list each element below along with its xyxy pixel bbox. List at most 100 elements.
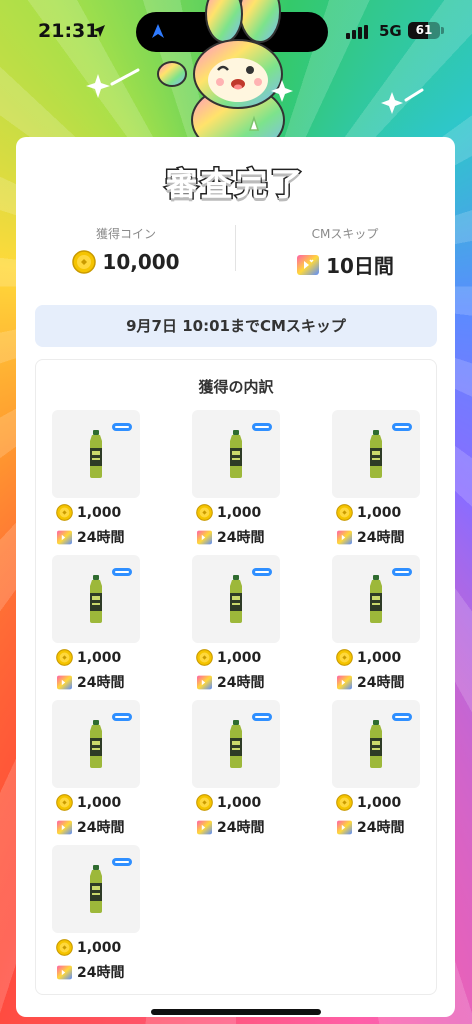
item-cm-skip-value: 24時間	[357, 530, 405, 546]
tea-bottle-icon	[90, 865, 102, 913]
item-cm-skip-value: 24時間	[217, 530, 265, 546]
item-cm-skip-reward: 24時間	[196, 527, 264, 547]
tea-bottle-icon	[370, 430, 382, 478]
status-time: 21:31	[38, 20, 99, 42]
product-image[interactable]	[52, 410, 140, 498]
item-coin-reward: 1,000	[56, 649, 121, 666]
cm-skip-icon	[197, 675, 212, 689]
cm-skip-icon	[337, 820, 352, 834]
item-coin-value: 1,000	[77, 504, 122, 521]
breakdown-item[interactable]: 1,000 24時間	[332, 700, 422, 840]
coin-summary-value: 10,000	[102, 250, 180, 274]
tea-bottle-icon	[370, 575, 382, 623]
receipt-badge-icon	[112, 568, 132, 576]
receipt-badge-icon	[112, 713, 132, 721]
breakdown-item[interactable]: 1,000 24時間	[332, 555, 422, 695]
signal-bars-icon	[346, 25, 368, 39]
coin-icon	[336, 649, 353, 666]
cm-skip-summary-value: 10日間	[326, 254, 394, 278]
home-indicator[interactable]	[151, 1009, 321, 1015]
item-cm-skip-reward: 24時間	[56, 962, 124, 982]
item-coin-reward: 1,000	[196, 504, 261, 521]
product-image[interactable]	[52, 555, 140, 643]
item-coin-value: 1,000	[217, 504, 262, 521]
coin-icon	[196, 504, 213, 521]
item-coin-reward: 1,000	[336, 504, 401, 521]
cm-skip-until-banner: 9月7日 10:01までCMスキップ	[35, 305, 437, 347]
receipt-badge-icon	[392, 568, 412, 576]
item-coin-reward: 1,000	[56, 504, 121, 521]
item-cm-skip-value: 24時間	[77, 820, 125, 836]
item-cm-skip-reward: 24時間	[56, 817, 124, 837]
cm-skip-icon	[57, 530, 72, 544]
item-coin-value: 1,000	[77, 939, 122, 956]
item-coin-value: 1,000	[77, 794, 122, 811]
rainbow-bunny-mascot	[157, 0, 285, 150]
cm-skip-icon	[337, 675, 352, 689]
product-image[interactable]	[192, 410, 280, 498]
item-cm-skip-value: 24時間	[77, 530, 125, 546]
cm-skip-summary-label: CMスキップ	[311, 227, 379, 241]
breakdown-item[interactable]: 1,000 24時間	[52, 410, 142, 550]
coin-icon	[336, 794, 353, 811]
tea-bottle-icon	[370, 720, 382, 768]
result-card: 審査完了 獲得コイン 10,000 CMスキップ 10日間 9月7日 10:01…	[16, 137, 455, 1017]
coin-icon	[56, 794, 73, 811]
product-image[interactable]	[332, 410, 420, 498]
breakdown-item[interactable]: 1,000 24時間	[52, 845, 142, 985]
sparkle-mascot-icon	[271, 80, 293, 102]
location-arrow-icon	[93, 25, 105, 37]
tea-bottle-icon	[230, 575, 242, 623]
page-title: 審査完了	[164, 164, 306, 205]
item-coin-reward: 1,000	[336, 794, 401, 811]
receipt-badge-icon	[252, 713, 272, 721]
item-cm-skip-reward: 24時間	[336, 672, 404, 692]
receipt-badge-icon	[252, 423, 272, 431]
cm-skip-icon	[297, 254, 320, 275]
cm-skip-icon	[197, 530, 212, 544]
breakdown-item[interactable]: 1,000 24時間	[332, 410, 422, 550]
coin-icon	[56, 649, 73, 666]
product-image[interactable]	[192, 555, 280, 643]
item-coin-reward: 1,000	[56, 939, 121, 956]
item-cm-skip-value: 24時間	[77, 675, 125, 691]
coin-summary: 獲得コイン 10,000	[16, 225, 236, 274]
tea-bottle-icon	[90, 720, 102, 768]
item-coin-reward: 1,000	[196, 649, 261, 666]
reward-summary: 獲得コイン 10,000 CMスキップ 10日間	[16, 225, 455, 285]
product-image[interactable]	[52, 700, 140, 788]
coin-icon	[72, 250, 97, 274]
cm-skip-icon	[57, 820, 72, 834]
breakdown-item[interactable]: 1,000 24時間	[192, 700, 282, 840]
product-image[interactable]	[332, 555, 420, 643]
item-cm-skip-reward: 24時間	[336, 527, 404, 547]
receipt-badge-icon	[112, 423, 132, 431]
breakdown-item[interactable]: 1,000 24時間	[192, 555, 282, 695]
item-cm-skip-value: 24時間	[77, 965, 125, 981]
breakdown-item[interactable]: 1,000 24時間	[52, 700, 142, 840]
battery-tip	[441, 27, 444, 34]
reward-breakdown: 獲得の内訳 1,000 24時間 1,000 24時間 1,000 24時間 1,000 24…	[35, 359, 437, 995]
coin-summary-label: 獲得コイン	[95, 227, 156, 241]
sparkle-left-icon	[86, 68, 140, 98]
item-cm-skip-value: 24時間	[217, 820, 265, 836]
coin-icon	[56, 939, 73, 956]
tea-bottle-icon	[230, 720, 242, 768]
battery-level: 61	[415, 23, 433, 37]
product-image[interactable]	[332, 700, 420, 788]
breakdown-item[interactable]: 1,000 24時間	[192, 410, 282, 550]
receipt-badge-icon	[252, 568, 272, 576]
cm-skip-summary: CMスキップ 10日間	[235, 225, 455, 279]
item-coin-value: 1,000	[217, 794, 262, 811]
coin-icon	[196, 649, 213, 666]
item-cm-skip-reward: 24時間	[56, 672, 124, 692]
cm-skip-icon	[197, 820, 212, 834]
breakdown-item[interactable]: 1,000 24時間	[52, 555, 142, 695]
product-image[interactable]	[192, 700, 280, 788]
breakdown-title: 獲得の内訳	[198, 378, 274, 396]
product-image[interactable]	[52, 845, 140, 933]
receipt-badge-icon	[392, 423, 412, 431]
receipt-badge-icon	[392, 713, 412, 721]
battery-icon: 61	[408, 22, 440, 39]
cm-skip-icon	[57, 675, 72, 689]
